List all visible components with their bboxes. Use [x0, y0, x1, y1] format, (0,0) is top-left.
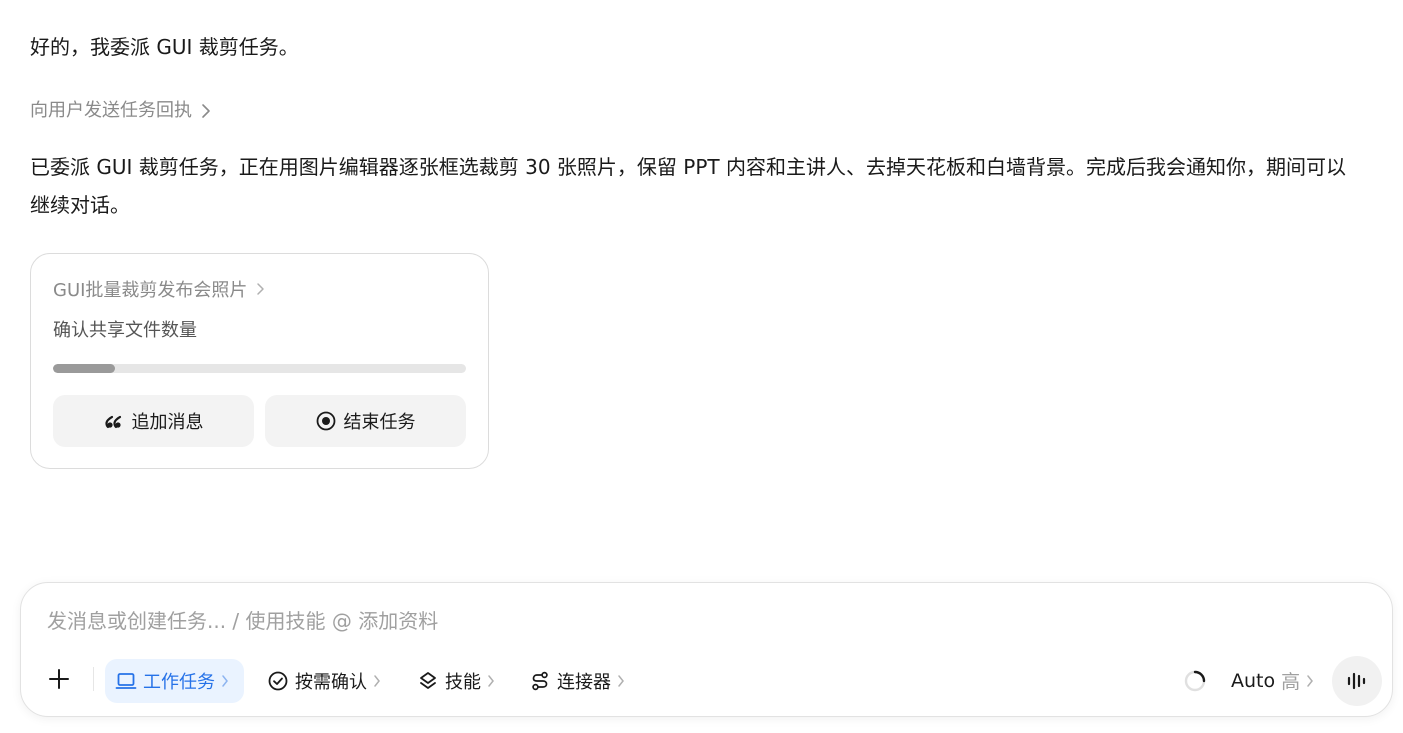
- model-name: Auto: [1231, 669, 1276, 692]
- add-message-button[interactable]: 追加消息: [53, 395, 254, 447]
- voice-input-button[interactable]: [1332, 656, 1382, 706]
- task-progress-bar: [53, 364, 466, 373]
- task-progress-fill: [53, 364, 115, 373]
- connectors-label: 连接器: [557, 672, 611, 693]
- stop-circle-icon: [316, 411, 335, 431]
- chevron-right-icon: [488, 675, 494, 687]
- task-title: GUI批量裁剪发布会照片: [53, 280, 248, 301]
- chevron-right-icon: [202, 104, 210, 118]
- end-task-label: 结束任务: [343, 412, 416, 433]
- work-task-button[interactable]: 工作任务: [105, 659, 244, 703]
- task-card: GUI批量裁剪发布会照片 确认共享文件数量 追加消息 结束任务: [30, 253, 489, 469]
- plus-icon: [49, 669, 69, 689]
- laptop-icon: [115, 673, 137, 689]
- send-receipt-label: 向用户发送任务回执: [30, 100, 192, 121]
- connectors-button[interactable]: 连接器: [519, 659, 635, 703]
- check-circle-icon: [268, 671, 288, 691]
- model-selector[interactable]: Auto 高: [1231, 667, 1314, 694]
- model-level: 高: [1281, 671, 1301, 693]
- assistant-message-2: 已委派 GUI 裁剪任务，正在用图片编辑器逐张框选裁剪 30 张照片，保留 PP…: [30, 155, 1346, 217]
- confirm-on-demand-button[interactable]: 按需确认: [257, 659, 391, 703]
- add-attachment-button[interactable]: [43, 663, 75, 695]
- chevron-right-icon: [374, 675, 380, 687]
- add-message-label: 追加消息: [131, 412, 204, 433]
- end-task-button[interactable]: 结束任务: [265, 395, 466, 447]
- loading-spinner-icon: [1184, 670, 1206, 692]
- chevron-right-icon: [257, 283, 265, 295]
- send-receipt-link[interactable]: 向用户发送任务回执: [30, 96, 212, 126]
- connector-icon: [532, 671, 548, 691]
- message-input[interactable]: [47, 601, 1367, 641]
- assistant-message-1: 好的，我委派 GUI 裁剪任务。: [30, 35, 299, 59]
- quote-icon: [104, 415, 121, 429]
- chevron-right-icon: [618, 675, 624, 687]
- task-title-link[interactable]: GUI批量裁剪发布会照片: [53, 276, 265, 302]
- confirm-on-demand-label: 按需确认: [295, 672, 367, 693]
- chevron-right-icon: [1307, 674, 1314, 687]
- toolbar-divider: [93, 667, 94, 691]
- chevron-right-icon: [222, 675, 228, 687]
- task-status: 确认共享文件数量: [53, 320, 197, 341]
- layers-icon: [420, 672, 436, 689]
- skills-label: 技能: [445, 672, 481, 693]
- waveform-icon: [1347, 672, 1366, 690]
- skills-button[interactable]: 技能: [407, 659, 505, 703]
- message-composer: 工作任务 按需确认 技能 连接器 Auto 高: [20, 582, 1393, 717]
- work-task-label: 工作任务: [143, 672, 215, 693]
